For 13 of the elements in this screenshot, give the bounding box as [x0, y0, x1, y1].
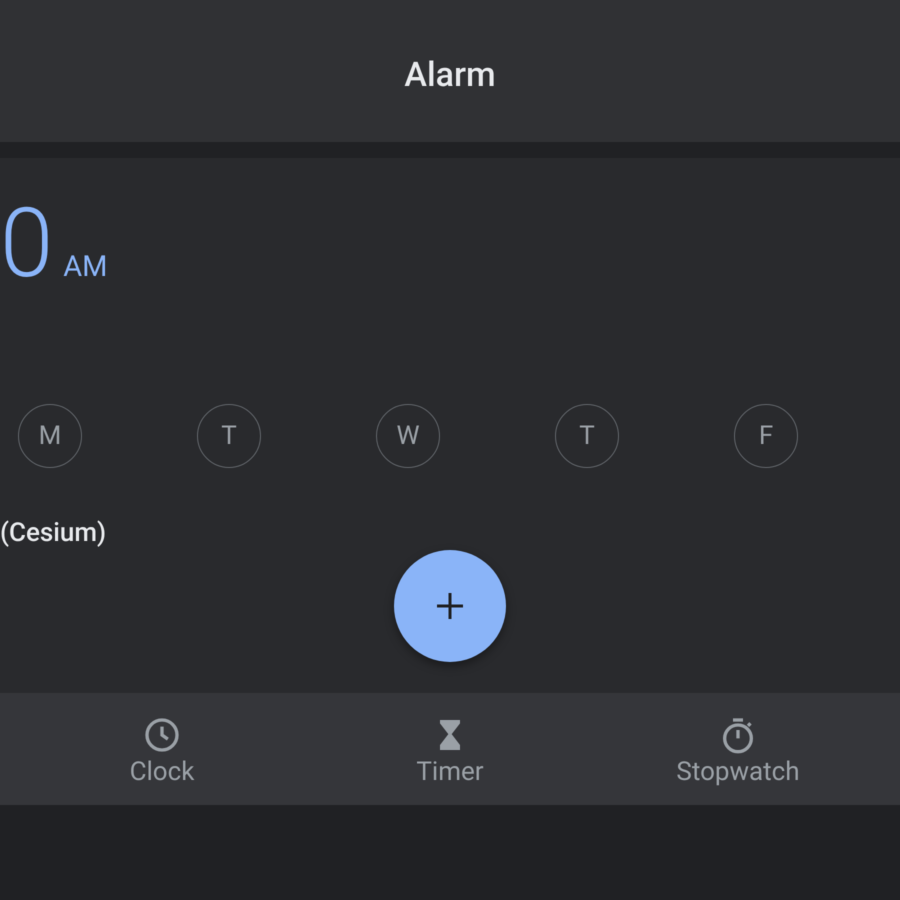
alarm-period: AM	[63, 250, 108, 284]
day-toggle[interactable]: W	[376, 404, 440, 468]
nav-tab[interactable]: Timer	[306, 693, 594, 805]
alarm-sound[interactable]: (Cesium)	[0, 518, 106, 548]
day-toggle[interactable]: T	[555, 404, 619, 468]
add-icon	[435, 591, 465, 621]
day-toggle[interactable]: F	[734, 404, 798, 468]
alarm-time[interactable]: 0	[0, 196, 54, 292]
day-toggle[interactable]: M	[18, 404, 82, 468]
app-title: Alarm	[404, 54, 496, 95]
nav-tab[interactable]: Stopwatch	[594, 693, 882, 805]
day-toggle[interactable]: T	[197, 404, 261, 468]
nav-tab[interactable]: Clock	[18, 693, 306, 805]
